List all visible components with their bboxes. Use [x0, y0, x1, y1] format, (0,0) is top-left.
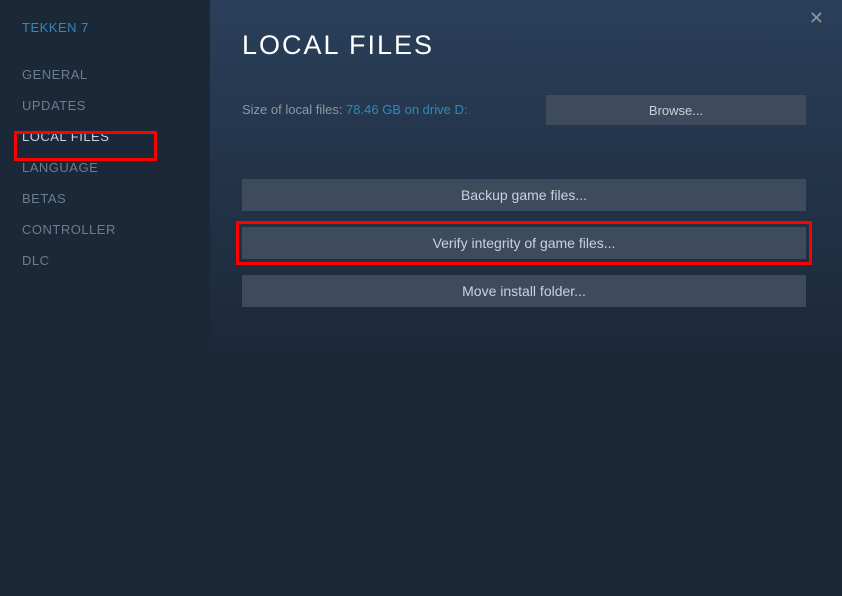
sidebar-item-updates[interactable]: UPDATES	[22, 90, 210, 121]
highlight-sidebar-local-files	[14, 131, 157, 161]
sidebar-item-betas[interactable]: BETAS	[22, 183, 210, 214]
browse-button[interactable]: Browse...	[546, 95, 806, 125]
sidebar: TEKKEN 7 GENERAL UPDATES LOCAL FILES LAN…	[0, 0, 210, 596]
sidebar-item-controller[interactable]: CONTROLLER	[22, 214, 210, 245]
verify-wrapper: Verify integrity of game files...	[242, 227, 806, 259]
backup-button[interactable]: Backup game files...	[242, 179, 806, 211]
page-title: LOCAL FILES	[242, 30, 806, 61]
size-info: Size of local files: 78.46 GB on drive D…	[242, 101, 467, 119]
game-title: TEKKEN 7	[22, 20, 210, 35]
close-icon[interactable]: ✕	[809, 8, 824, 29]
highlight-verify-button	[236, 221, 812, 265]
size-value: 78.46 GB on drive D:	[346, 102, 467, 117]
sidebar-item-dlc[interactable]: DLC	[22, 245, 210, 276]
move-folder-button[interactable]: Move install folder...	[242, 275, 806, 307]
sidebar-item-general[interactable]: GENERAL	[22, 59, 210, 90]
size-label: Size of local files:	[242, 102, 346, 117]
info-row: Size of local files: 78.46 GB on drive D…	[242, 95, 806, 125]
main-panel: ✕ LOCAL FILES Size of local files: 78.46…	[210, 0, 842, 596]
